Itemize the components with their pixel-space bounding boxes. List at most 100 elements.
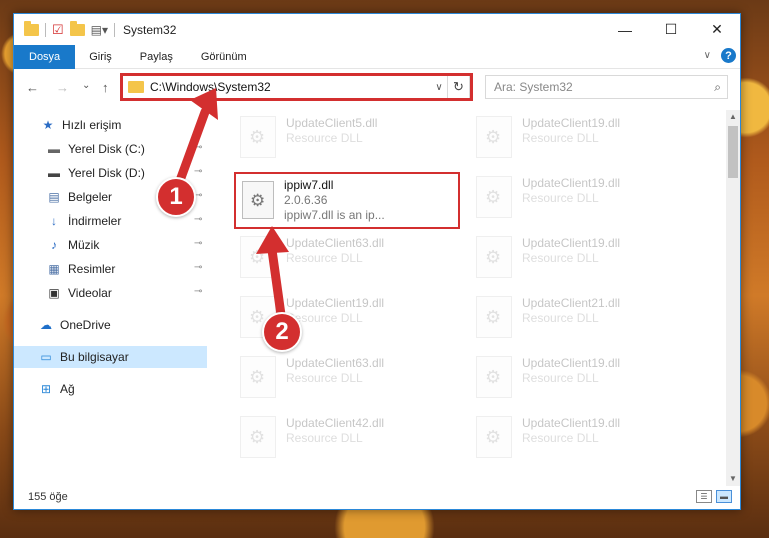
- ribbon-right: ∨ ?: [704, 48, 736, 63]
- sidebar-item[interactable]: ▬ Yerel Disk (C:): [14, 138, 145, 160]
- sidebar-item[interactable]: ▣ Videolar: [14, 282, 111, 304]
- file-name: UpdateClient63.dll: [286, 356, 385, 370]
- sidebar-item-label: Belgeler: [68, 190, 113, 204]
- back-button[interactable]: ←: [26, 80, 39, 95]
- dll-file-icon: [240, 356, 276, 398]
- item-count: 155 öğe: [28, 491, 68, 503]
- file-type: Resource DLL: [286, 251, 363, 265]
- up-button[interactable]: ↑: [102, 80, 109, 95]
- sidebar-item[interactable]: ⊞ Ağ: [14, 378, 75, 400]
- file-name: UpdateClient19.dll: [522, 116, 621, 130]
- file-name: UpdateClient42.dll: [286, 416, 385, 430]
- pin-icon[interactable]: ⊸: [194, 214, 202, 225]
- file-item-featured[interactable]: ippiw7.dll 2.0.6.36 ippiw7.dll is an ip.…: [234, 172, 460, 229]
- details-view-icon[interactable]: ☰: [696, 490, 712, 503]
- scroll-down-icon[interactable]: ▼: [726, 472, 740, 486]
- file-item[interactable]: UpdateClient19.dllResource DLL: [476, 112, 696, 162]
- step-badge-1: 1: [156, 177, 196, 217]
- file-type: Resource DLL: [522, 371, 599, 385]
- pin-icon[interactable]: ⊸: [194, 166, 202, 177]
- sidebar-item-label: Yerel Disk (C:): [68, 142, 145, 156]
- sidebar-item[interactable]: ♪ Müzik: [14, 234, 99, 256]
- sidebar-item-label: OneDrive: [60, 318, 111, 332]
- file-item[interactable]: UpdateClient19.dllResource DLL: [476, 172, 696, 222]
- file-name: ippiw7.dll: [284, 178, 334, 192]
- divider: [114, 22, 116, 37]
- file-explorer-window: ☑ ▤▾ System32 — ☐ ✕ Dosya Giriş Paylaş G…: [13, 13, 741, 510]
- quick-access-toolbar: ☑ ▤▾: [14, 20, 116, 38]
- file-name: UpdateClient19.dll: [522, 236, 621, 250]
- minimize-button[interactable]: —: [602, 14, 648, 45]
- dll-file-icon: [476, 296, 512, 338]
- search-icon[interactable]: ⌕: [714, 80, 721, 95]
- drive-icon: ▬: [48, 166, 60, 180]
- scrollbar-thumb[interactable]: [728, 126, 738, 178]
- file-item[interactable]: UpdateClient19.dllResource DLL: [476, 412, 696, 462]
- pin-icon[interactable]: ⊸: [194, 238, 202, 249]
- file-type: Resource DLL: [286, 431, 363, 445]
- sidebar-item[interactable]: ▬ Yerel Disk (D:): [14, 162, 145, 184]
- dll-file-icon: [240, 236, 276, 278]
- search-placeholder: Ara: System32: [494, 80, 573, 94]
- file-item[interactable]: UpdateClient63.dllResource DLL: [240, 352, 460, 402]
- file-name: UpdateClient21.dll: [522, 296, 621, 310]
- file-type: Resource DLL: [286, 311, 363, 325]
- help-icon[interactable]: ?: [721, 48, 736, 63]
- file-item[interactable]: UpdateClient5.dllResource DLL: [240, 112, 460, 162]
- sidebar-item[interactable]: ↓ İndirmeler: [14, 210, 121, 232]
- network-icon: ⊞: [40, 382, 52, 396]
- file-name: UpdateClient19.dll: [522, 416, 621, 430]
- file-type: Resource DLL: [522, 311, 599, 325]
- file-item[interactable]: UpdateClient21.dllResource DLL: [476, 292, 696, 342]
- maximize-button[interactable]: ☐: [648, 14, 694, 45]
- file-version: 2.0.6.36: [284, 193, 328, 207]
- drive-icon: ▬: [48, 142, 60, 156]
- sidebar-item-label: Bu bilgisayar: [60, 350, 129, 364]
- file-name: UpdateClient19.dll: [286, 296, 385, 310]
- file-name: UpdateClient19.dll: [522, 176, 621, 190]
- window-controls: — ☐ ✕: [602, 14, 740, 45]
- file-item[interactable]: UpdateClient42.dllResource DLL: [240, 412, 460, 462]
- sidebar-item[interactable]: ▤ Belgeler: [14, 186, 112, 208]
- dll-file-icon: [240, 116, 276, 158]
- vertical-scrollbar[interactable]: ▲ ▼: [726, 110, 740, 486]
- file-item[interactable]: UpdateClient19.dllResource DLL: [476, 352, 696, 402]
- tiles-view-icon[interactable]: ▬: [716, 490, 732, 503]
- dll-file-icon: [476, 236, 512, 278]
- dll-file-icon: [476, 356, 512, 398]
- dll-file-icon: [242, 181, 274, 219]
- file-type: Resource DLL: [286, 131, 363, 145]
- tab-view[interactable]: Görünüm: [187, 45, 261, 69]
- pin-icon[interactable]: ⊸: [194, 262, 202, 273]
- tab-share[interactable]: Paylaş: [126, 45, 187, 69]
- scroll-up-icon[interactable]: ▲: [726, 110, 740, 124]
- window-title: System32: [123, 22, 177, 37]
- chevron-down-icon[interactable]: ∨: [704, 50, 711, 61]
- customize-icon[interactable]: ▤▾: [91, 23, 108, 37]
- download-icon: ↓: [51, 214, 57, 228]
- sidebar-item[interactable]: ▭ Bu bilgisayar: [14, 346, 207, 368]
- sidebar-item[interactable]: ☁ OneDrive: [14, 314, 111, 336]
- folder-icon: [24, 20, 39, 36]
- file-item[interactable]: UpdateClient63.dllResource DLL: [240, 232, 460, 282]
- tab-home[interactable]: Giriş: [75, 45, 126, 69]
- pin-icon[interactable]: ⊸: [194, 286, 202, 297]
- new-folder-icon[interactable]: [69, 20, 85, 36]
- dll-file-icon: [476, 416, 512, 458]
- navigation-pane: ★ Hızlı erişim ▬ Yerel Disk (C:) ⊸ ▬ Yerel Dis…: [14, 110, 210, 482]
- sidebar-item[interactable]: ▦ Resimler: [14, 258, 115, 280]
- file-item[interactable]: UpdateClient19.dllResource DLL: [476, 232, 696, 282]
- search-input[interactable]: Ara: System32 ⌕: [485, 75, 728, 99]
- recent-locations-button[interactable]: ⌄: [82, 80, 90, 91]
- close-button[interactable]: ✕: [694, 14, 740, 45]
- properties-icon[interactable]: ☑: [52, 22, 64, 38]
- video-icon: ▣: [48, 286, 60, 300]
- sidebar-item[interactable]: ★ Hızlı erişim: [14, 114, 122, 136]
- forward-button[interactable]: →: [56, 80, 69, 95]
- pin-icon[interactable]: ⊸: [194, 142, 202, 153]
- tab-file[interactable]: Dosya: [14, 44, 76, 69]
- divider: [45, 22, 46, 37]
- file-type: Resource DLL: [522, 431, 599, 445]
- file-name: UpdateClient63.dll: [286, 236, 385, 250]
- computer-icon: ▭: [40, 350, 52, 364]
